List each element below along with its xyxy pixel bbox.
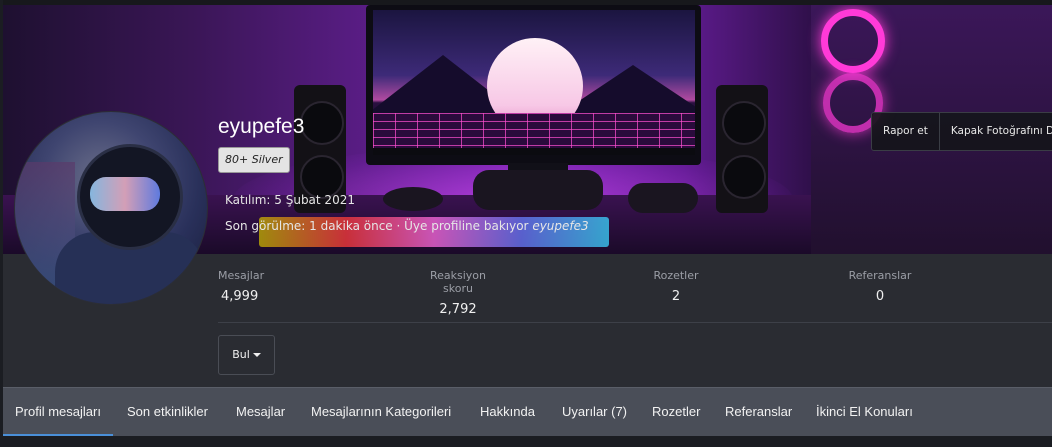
avatar[interactable] [14,111,208,305]
stat-reaction-score: Reaksiyon skoru 2,792 [416,269,500,317]
stat-references[interactable]: Referanslar 0 [845,269,915,304]
last-seen: Son görülme: 1 dakika önce · Üye profili… [225,219,589,233]
stat-badges[interactable]: Rozetler 2 [646,269,706,304]
cover-taskbar [373,148,695,155]
report-button[interactable]: Rapor et [872,113,940,150]
speaker-cone [722,155,766,199]
tab-references[interactable]: Referanslar [725,388,792,437]
edit-cover-photo-button[interactable]: Kapak Fotoğrafını Düzenle [939,113,1052,150]
tab-latest-activity[interactable]: Son etkinlikler [127,388,208,437]
speaker-cone [300,101,344,145]
stat-label: Rozetler [653,269,699,282]
cover-fan [821,9,885,73]
stat-value: 0 [875,289,885,304]
bottom-strip [0,436,1052,447]
last-seen-user-link[interactable]: eyupefe3 [532,219,588,233]
tab-second-hand-threads[interactable]: İkinci El Konuları [816,388,913,437]
chevron-down-icon [252,353,261,357]
cover-controller [628,183,698,213]
stat-value: 2,792 [439,302,477,317]
find-dropdown-button[interactable]: Bul [218,335,275,375]
stat-messages[interactable]: Mesajlar 4,999 [218,269,264,304]
stat-value: 2 [671,289,681,304]
cover-mouse [383,187,443,211]
tab-badges[interactable]: Rozetler [652,388,700,437]
tab-about[interactable]: Hakkında [480,388,535,437]
cover-controller [473,170,603,210]
user-title-badge: 80+ Silver [218,147,290,173]
avatar-helmet [77,144,183,250]
profile-page: Rapor et Kapak Fotoğrafını Düzenle eyupe… [0,0,1052,447]
cover-monitor-screen [373,10,695,155]
stat-label: Referanslar [848,269,912,282]
cover-speaker-right [716,85,768,213]
stat-label: Mesajlar [218,269,265,282]
last-seen-text: Son görülme: 1 dakika önce · Üye profili… [225,219,533,233]
speaker-cone [722,101,766,145]
tab-warnings[interactable]: Uyarılar (7) [562,388,627,437]
left-edge [0,0,3,447]
username: eyupefe3 [218,115,305,138]
stat-value: 4,999 [221,289,259,304]
joined-date: Katılım: 5 Şubat 2021 [225,193,355,207]
stat-label: Reaksiyon skoru [429,269,487,295]
profile-tabs: Profil mesajları Son etkinlikler Mesajla… [3,387,1052,437]
tab-profile-posts[interactable]: Profil mesajları [3,388,113,437]
cover-actions: Rapor et Kapak Fotoğrafını Düzenle [871,112,1052,151]
tab-message-categories[interactable]: Mesajlarının Kategorileri [311,388,451,437]
avatar-visor [90,177,160,211]
tab-messages[interactable]: Mesajlar [236,388,285,437]
find-button-label: Bul [232,348,250,361]
info-divider [218,322,1052,323]
